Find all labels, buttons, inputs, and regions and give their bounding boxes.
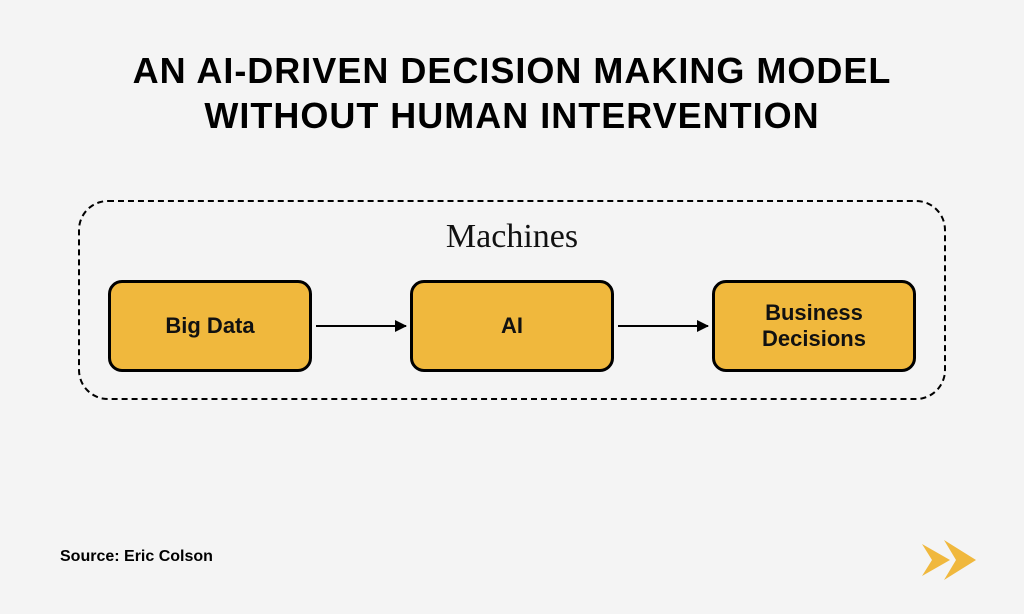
node-big-data: Big Data: [108, 280, 312, 372]
arrow-icon: [618, 325, 708, 327]
arrow-icon: [316, 325, 406, 327]
title-line-1: AN AI-DRIVEN DECISION MAKING MODEL: [133, 50, 892, 91]
frame-label: Machines: [80, 218, 944, 256]
flow-row: Big Data AI Business Decisions: [108, 280, 916, 372]
node-business-decisions: Business Decisions: [712, 280, 916, 372]
title-line-2: WITHOUT HUMAN INTERVENTION: [204, 95, 819, 136]
diagram-title: AN AI-DRIVEN DECISION MAKING MODEL WITHO…: [0, 48, 1024, 138]
source-attribution: Source: Eric Colson: [60, 548, 213, 566]
brand-logo-icon: [916, 534, 984, 586]
machines-frame: Machines Big Data AI Business Decisions: [78, 200, 946, 400]
node-ai: AI: [410, 280, 614, 372]
